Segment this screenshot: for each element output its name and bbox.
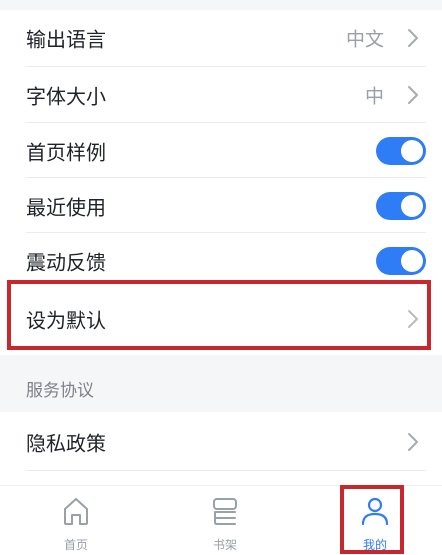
homepage-sample-toggle[interactable] <box>376 136 426 165</box>
recently-used-toggle[interactable] <box>376 191 426 220</box>
toggle-knob <box>401 194 423 217</box>
font-size-label: 字体大小 <box>26 84 106 108</box>
chevron-right-icon <box>408 85 418 104</box>
toggle-knob <box>401 249 423 272</box>
homepage-sample-label: 首页样例 <box>26 140 106 164</box>
privacy-policy-label: 隐私政策 <box>26 431 106 455</box>
toggle-knob <box>401 139 423 162</box>
font-size-value: 中 <box>364 85 384 107</box>
tab-bookshelf-label: 书架 <box>212 538 237 552</box>
bookshelf-icon <box>213 498 237 525</box>
highlight-box-set-default <box>7 280 431 350</box>
font-size-row[interactable]: 字体大小 中 <box>0 67 442 122</box>
home-icon <box>64 498 88 525</box>
top-strip <box>0 0 442 10</box>
service-agreement-header: 服务协议 <box>26 381 94 401</box>
highlight-box-mine-tab <box>340 485 404 554</box>
tab-bookshelf[interactable]: 书架 <box>175 486 275 555</box>
divider <box>26 470 426 471</box>
output-language-label: 输出语言 <box>26 27 106 51</box>
tab-home[interactable]: 首页 <box>26 486 126 555</box>
chevron-right-icon <box>408 432 418 451</box>
output-language-value: 中文 <box>345 28 384 50</box>
privacy-policy-row[interactable]: 隐私政策 <box>0 414 442 469</box>
recently-used-row: 最近使用 <box>0 178 442 233</box>
tab-home-label: 首页 <box>63 538 88 552</box>
chevron-right-icon <box>408 28 418 47</box>
output-language-row[interactable]: 输出语言 中文 <box>0 10 442 65</box>
vibration-feedback-label: 震动反馈 <box>26 250 106 274</box>
recently-used-label: 最近使用 <box>26 195 106 219</box>
homepage-sample-row: 首页样例 <box>0 123 442 178</box>
vibration-feedback-toggle[interactable] <box>376 246 426 275</box>
